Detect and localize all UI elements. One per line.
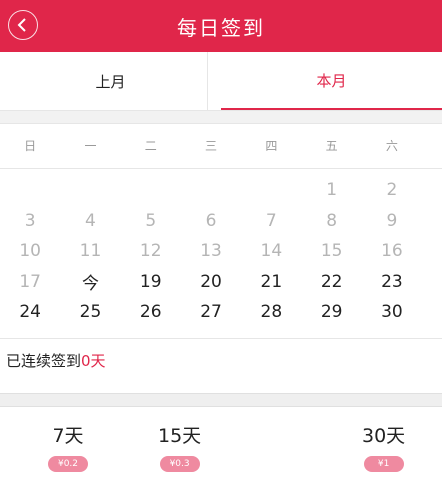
calendar-day: 29 — [320, 302, 343, 323]
calendar-day: 23 — [381, 271, 403, 292]
calendar-day: 9 — [386, 210, 398, 231]
calendar-day: 16 — [381, 241, 403, 262]
calendar-day: 2 — [386, 180, 398, 201]
calendar-day: 14 — [260, 241, 283, 262]
calendar-day: 13 — [200, 241, 222, 262]
weekday-thu: 四 — [265, 139, 278, 153]
calendar-day: 25 — [79, 302, 102, 323]
calendar-day: 30 — [381, 302, 403, 323]
calendar-week: 17 今 19 20 21 22 23 — [0, 267, 442, 298]
streak-label: 已连续签到 — [6, 352, 82, 370]
calendar-day: 26 — [139, 302, 162, 323]
page-title: 每日签到 — [177, 15, 265, 40]
calendar-day: 6 — [205, 210, 217, 231]
reward-amount-badge: ¥0.2 — [48, 455, 88, 472]
section-gap — [0, 392, 442, 407]
reward-amount-badge: ¥1 — [363, 455, 404, 472]
streak-count: 0天 — [81, 352, 106, 370]
app-header: 每日签到 — [0, 0, 442, 52]
calendar-day: 19 — [139, 271, 162, 292]
weekday-sat: 六 — [385, 139, 398, 153]
calendar-day: 28 — [260, 302, 283, 323]
calendar-day: 3 — [24, 210, 36, 231]
calendar-week: 24 25 26 27 28 29 30 — [0, 297, 442, 328]
calendar-day: 4 — [85, 210, 96, 231]
weekday-header: 日 一 二 三 四 五 六 — [0, 124, 442, 169]
weekday-tue: 二 — [144, 139, 157, 153]
calendar-day: 22 — [320, 271, 343, 292]
calendar-week: 10 11 12 13 14 15 16 — [0, 236, 442, 267]
reward-days: 7天 — [52, 424, 84, 447]
calendar-day: 7 — [265, 210, 277, 231]
streak-status: 已连续签到 0天 — [0, 337, 442, 383]
calendar-day: 10 — [19, 241, 41, 262]
reward-days: 15天 — [158, 424, 202, 447]
calendar-day: 12 — [139, 241, 162, 262]
section-gap — [0, 111, 442, 124]
back-icon[interactable] — [8, 10, 38, 40]
weekday-wed: 三 — [205, 139, 218, 153]
reward-days: 30天 — [362, 424, 406, 447]
calendar-day: 1 — [326, 180, 338, 201]
tab-last-month[interactable]: 上月 — [0, 52, 221, 110]
reward-amount-badge: ¥0.3 — [159, 455, 200, 472]
calendar-week: 3 4 5 6 7 8 9 — [0, 206, 442, 237]
month-tabs: 上月 本月 — [0, 52, 442, 111]
calendar-week: 1 2 — [0, 175, 442, 206]
calendar-day: 5 — [145, 210, 157, 231]
calendar-day: 27 — [200, 302, 222, 323]
weekday-mon: 一 — [84, 139, 97, 153]
tab-this-month[interactable]: 本月 — [221, 52, 442, 110]
calendar-grid: 1 2 3 4 5 6 7 8 9 10 11 12 13 14 15 16 1… — [0, 169, 442, 328]
calendar-day: 15 — [320, 241, 343, 262]
reward-7-days[interactable]: 7天 ¥0.2 — [48, 421, 88, 472]
weekday-sun: 日 — [24, 139, 37, 153]
weekday-fri: 五 — [325, 139, 338, 153]
calendar-day: 21 — [260, 271, 283, 292]
streak-rewards: 7天 ¥0.2 15天 ¥0.3 30天 ¥1 — [0, 407, 442, 477]
reward-30-days[interactable]: 30天 ¥1 — [362, 421, 405, 472]
calendar-day: 24 — [19, 302, 41, 323]
calendar-day: 17 — [19, 271, 41, 292]
calendar-day-today[interactable]: 今 — [60, 269, 120, 294]
tab-divider — [207, 52, 208, 110]
calendar-day: 11 — [79, 241, 102, 262]
calendar-day: 20 — [200, 271, 222, 292]
calendar-day: 8 — [326, 210, 338, 231]
reward-15-days[interactable]: 15天 ¥0.3 — [158, 421, 201, 472]
